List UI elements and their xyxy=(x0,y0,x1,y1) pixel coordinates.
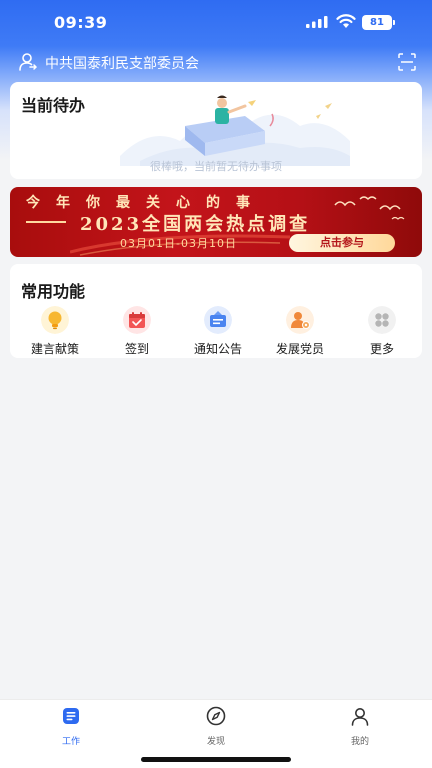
banner-date-range: 03月01日-03月10日 xyxy=(120,237,237,250)
empty-state-illustration xyxy=(120,95,350,166)
document-icon xyxy=(63,708,79,724)
function-label: 签到 xyxy=(124,342,149,356)
survey-banner[interactable]: 今年你最关心的事 2023全国两会热点调查 03月01日-03月10日 点击参与 xyxy=(10,187,422,257)
org-name[interactable]: 中共国泰利民支部委员会 xyxy=(45,53,199,73)
compass-icon xyxy=(206,706,226,726)
function-label: 更多 xyxy=(369,342,394,356)
tab-work[interactable]: 工作 xyxy=(41,706,101,747)
function-label: 发展党员 xyxy=(275,342,324,356)
wifi-icon xyxy=(336,14,356,28)
scan-icon[interactable] xyxy=(398,53,416,71)
common-functions-card: 常用功能 建言献策 签到 通知公告 发展党员 更多 xyxy=(10,264,422,358)
banner-birds-decoration xyxy=(334,196,405,220)
person-settings-icon xyxy=(286,306,314,334)
status-bar: 09:39 81 xyxy=(0,0,432,46)
tab-label: 我的 xyxy=(350,737,369,747)
function-announcements[interactable]: 通知公告 xyxy=(181,306,251,356)
function-checkin[interactable]: 签到 xyxy=(100,306,170,356)
banner-subheadline: 2023全国两会热点调查 xyxy=(80,214,311,235)
function-member-development[interactable]: 发展党员 xyxy=(263,306,333,356)
tab-label: 发现 xyxy=(206,737,225,747)
lightbulb-icon xyxy=(41,306,69,334)
home-indicator xyxy=(141,757,291,762)
battery-tip xyxy=(393,20,395,25)
cellular-signal-icon xyxy=(306,16,328,28)
tab-label: 工作 xyxy=(61,737,80,747)
todo-card: 当前待办 很棒哦，当前暂无待办事项 xyxy=(10,82,422,179)
more-icon xyxy=(368,306,396,334)
todo-title: 当前待办 xyxy=(21,96,86,115)
announcement-icon xyxy=(204,306,232,334)
todo-empty-text: 很棒哦，当前暂无待办事项 xyxy=(150,160,282,173)
status-time: 09:39 xyxy=(54,13,108,32)
battery-indicator: 81 xyxy=(362,15,392,30)
tab-discover[interactable]: 发现 xyxy=(186,706,246,747)
calendar-icon xyxy=(123,306,151,334)
org-switch-icon[interactable] xyxy=(18,52,38,72)
banner-headline: 今年你最关心的事 xyxy=(26,195,266,211)
function-more[interactable]: 更多 xyxy=(345,306,415,356)
org-header: 中共国泰利民支部委员会 xyxy=(0,50,432,76)
banner-participate-button[interactable]: 点击参与 xyxy=(289,234,395,252)
function-label: 通知公告 xyxy=(193,342,242,356)
function-label: 建言献策 xyxy=(30,342,79,356)
banner-dash xyxy=(26,221,66,223)
function-suggestions[interactable]: 建言献策 xyxy=(18,306,88,356)
functions-title: 常用功能 xyxy=(21,282,86,301)
user-icon xyxy=(351,708,369,726)
battery-level: 81 xyxy=(370,17,384,28)
tab-mine[interactable]: 我的 xyxy=(330,706,390,747)
